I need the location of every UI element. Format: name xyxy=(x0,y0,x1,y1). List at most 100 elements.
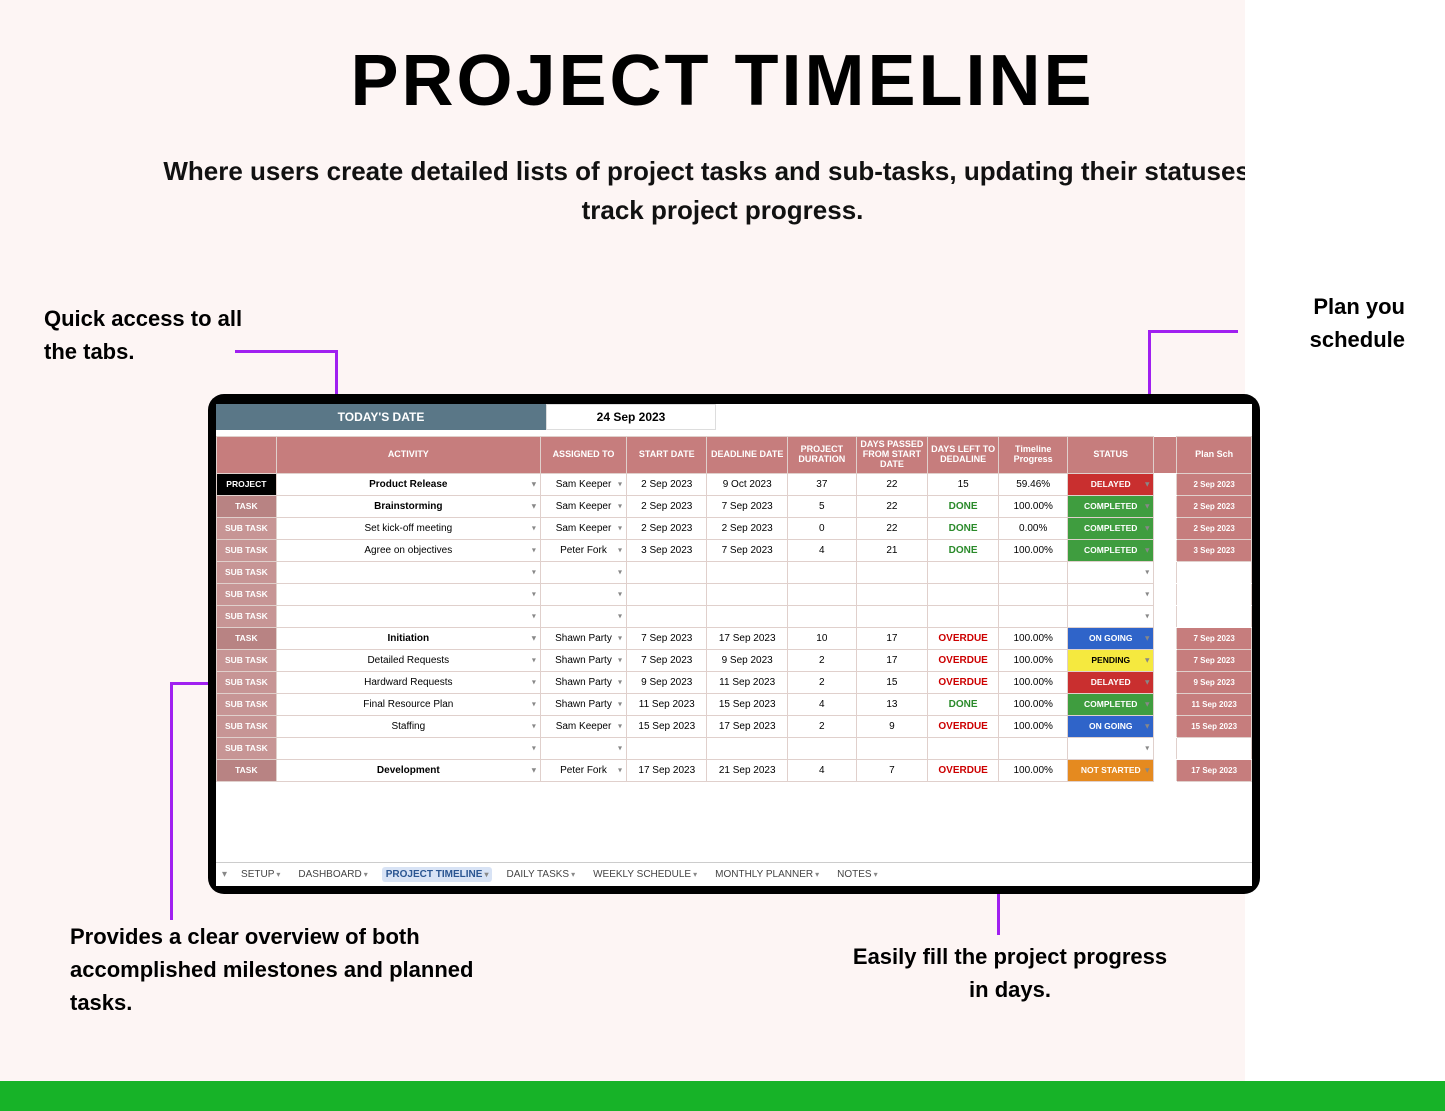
cell-left[interactable]: 15 xyxy=(928,473,999,495)
cell-activity[interactable]: Initiation xyxy=(276,627,540,649)
sheet-tab-daily-tasks[interactable]: DAILY TASKS▾ xyxy=(502,867,579,882)
cell-status[interactable] xyxy=(1068,583,1154,605)
cell-passed[interactable]: 17 xyxy=(856,627,927,649)
cell-activity[interactable]: Brainstorming xyxy=(276,495,540,517)
cell-duration[interactable] xyxy=(787,605,856,627)
cell-deadline[interactable]: 7 Sep 2023 xyxy=(707,495,787,517)
cell-left[interactable]: OVERDUE xyxy=(928,759,999,781)
cell-left[interactable] xyxy=(928,605,999,627)
cell-progress[interactable]: 100.00% xyxy=(999,539,1068,561)
cell-deadline[interactable]: 9 Oct 2023 xyxy=(707,473,787,495)
cell-deadline[interactable]: 15 Sep 2023 xyxy=(707,693,787,715)
cell-assigned[interactable] xyxy=(540,583,626,605)
cell-duration[interactable]: 37 xyxy=(787,473,856,495)
cell-start[interactable]: 2 Sep 2023 xyxy=(627,495,707,517)
cell-left[interactable] xyxy=(928,737,999,759)
cell-passed[interactable]: 17 xyxy=(856,649,927,671)
table-row[interactable]: SUB TASKHardward RequestsShawn Party9 Se… xyxy=(217,671,1252,693)
cell-left[interactable] xyxy=(928,583,999,605)
cell-start[interactable] xyxy=(627,605,707,627)
cell-duration[interactable]: 4 xyxy=(787,539,856,561)
cell-deadline[interactable] xyxy=(707,583,787,605)
cell-passed[interactable] xyxy=(856,583,927,605)
table-row[interactable]: SUB TASKAgree on objectivesPeter Fork3 S… xyxy=(217,539,1252,561)
cell-progress[interactable] xyxy=(999,737,1068,759)
cell-progress[interactable] xyxy=(999,583,1068,605)
cell-assigned[interactable]: Sam Keeper xyxy=(540,473,626,495)
cell-status[interactable] xyxy=(1068,561,1154,583)
cell-passed[interactable]: 7 xyxy=(856,759,927,781)
cell-passed[interactable]: 13 xyxy=(856,693,927,715)
cell-progress[interactable] xyxy=(999,561,1068,583)
cell-passed[interactable]: 22 xyxy=(856,495,927,517)
table-row[interactable]: PROJECTProduct ReleaseSam Keeper2 Sep 20… xyxy=(217,473,1252,495)
cell-deadline[interactable]: 7 Sep 2023 xyxy=(707,539,787,561)
cell-start[interactable]: 17 Sep 2023 xyxy=(627,759,707,781)
cell-plan[interactable]: 17 Sep 2023 xyxy=(1177,759,1252,781)
cell-plan[interactable] xyxy=(1177,605,1252,627)
table-row[interactable]: TASKBrainstormingSam Keeper2 Sep 20237 S… xyxy=(217,495,1252,517)
cell-status[interactable]: PENDING xyxy=(1068,649,1154,671)
cell-activity[interactable]: Detailed Requests xyxy=(276,649,540,671)
cell-plan[interactable]: 9 Sep 2023 xyxy=(1177,671,1252,693)
cell-assigned[interactable]: Sam Keeper xyxy=(540,495,626,517)
cell-duration[interactable]: 2 xyxy=(787,649,856,671)
cell-activity[interactable]: Staffing xyxy=(276,715,540,737)
cell-duration[interactable]: 10 xyxy=(787,627,856,649)
cell-passed[interactable] xyxy=(856,737,927,759)
cell-assigned[interactable]: Shawn Party xyxy=(540,649,626,671)
cell-duration[interactable]: 4 xyxy=(787,759,856,781)
cell-progress[interactable]: 100.00% xyxy=(999,649,1068,671)
cell-activity[interactable]: Set kick-off meeting xyxy=(276,517,540,539)
cell-plan[interactable] xyxy=(1177,561,1252,583)
cell-plan[interactable]: 2 Sep 2023 xyxy=(1177,495,1252,517)
table-row[interactable]: SUB TASK xyxy=(217,605,1252,627)
cell-assigned[interactable]: Shawn Party xyxy=(540,693,626,715)
cell-plan[interactable]: 2 Sep 2023 xyxy=(1177,517,1252,539)
cell-left[interactable]: OVERDUE xyxy=(928,671,999,693)
cell-deadline[interactable] xyxy=(707,561,787,583)
cell-left[interactable]: OVERDUE xyxy=(928,715,999,737)
cell-deadline[interactable] xyxy=(707,737,787,759)
cell-start[interactable]: 3 Sep 2023 xyxy=(627,539,707,561)
cell-deadline[interactable] xyxy=(707,605,787,627)
cell-duration[interactable]: 5 xyxy=(787,495,856,517)
cell-deadline[interactable]: 17 Sep 2023 xyxy=(707,627,787,649)
cell-duration[interactable]: 2 xyxy=(787,671,856,693)
cell-status[interactable]: ON GOING xyxy=(1068,627,1154,649)
cell-progress[interactable]: 100.00% xyxy=(999,693,1068,715)
sheet-tab-setup[interactable]: SETUP▾ xyxy=(237,867,284,882)
cell-start[interactable]: 2 Sep 2023 xyxy=(627,473,707,495)
cell-assigned[interactable] xyxy=(540,561,626,583)
sheet-tab-monthly-planner[interactable]: MONTHLY PLANNER▾ xyxy=(711,867,823,882)
cell-left[interactable] xyxy=(928,561,999,583)
cell-status[interactable]: COMPLETED xyxy=(1068,495,1154,517)
cell-start[interactable] xyxy=(627,561,707,583)
cell-plan[interactable]: 15 Sep 2023 xyxy=(1177,715,1252,737)
table-row[interactable]: SUB TASKDetailed RequestsShawn Party7 Se… xyxy=(217,649,1252,671)
cell-status[interactable]: COMPLETED xyxy=(1068,693,1154,715)
cell-progress[interactable]: 0.00% xyxy=(999,517,1068,539)
cell-duration[interactable] xyxy=(787,737,856,759)
cell-plan[interactable] xyxy=(1177,737,1252,759)
cell-status[interactable] xyxy=(1068,605,1154,627)
cell-plan[interactable] xyxy=(1177,583,1252,605)
cell-start[interactable]: 11 Sep 2023 xyxy=(627,693,707,715)
cell-deadline[interactable]: 17 Sep 2023 xyxy=(707,715,787,737)
cell-left[interactable]: DONE xyxy=(928,495,999,517)
cell-assigned[interactable]: Peter Fork xyxy=(540,759,626,781)
cell-activity[interactable]: Development xyxy=(276,759,540,781)
cell-progress[interactable]: 100.00% xyxy=(999,495,1068,517)
cell-plan[interactable]: 3 Sep 2023 xyxy=(1177,539,1252,561)
cell-activity[interactable]: Hardward Requests xyxy=(276,671,540,693)
cell-left[interactable]: DONE xyxy=(928,693,999,715)
cell-status[interactable]: COMPLETED xyxy=(1068,517,1154,539)
cell-plan[interactable]: 7 Sep 2023 xyxy=(1177,649,1252,671)
today-date-value[interactable]: 24 Sep 2023 xyxy=(546,404,716,430)
cell-activity[interactable]: Final Resource Plan xyxy=(276,693,540,715)
cell-assigned[interactable] xyxy=(540,605,626,627)
cell-assigned[interactable]: Peter Fork xyxy=(540,539,626,561)
cell-progress[interactable]: 100.00% xyxy=(999,627,1068,649)
cell-assigned[interactable] xyxy=(540,737,626,759)
cell-start[interactable]: 15 Sep 2023 xyxy=(627,715,707,737)
